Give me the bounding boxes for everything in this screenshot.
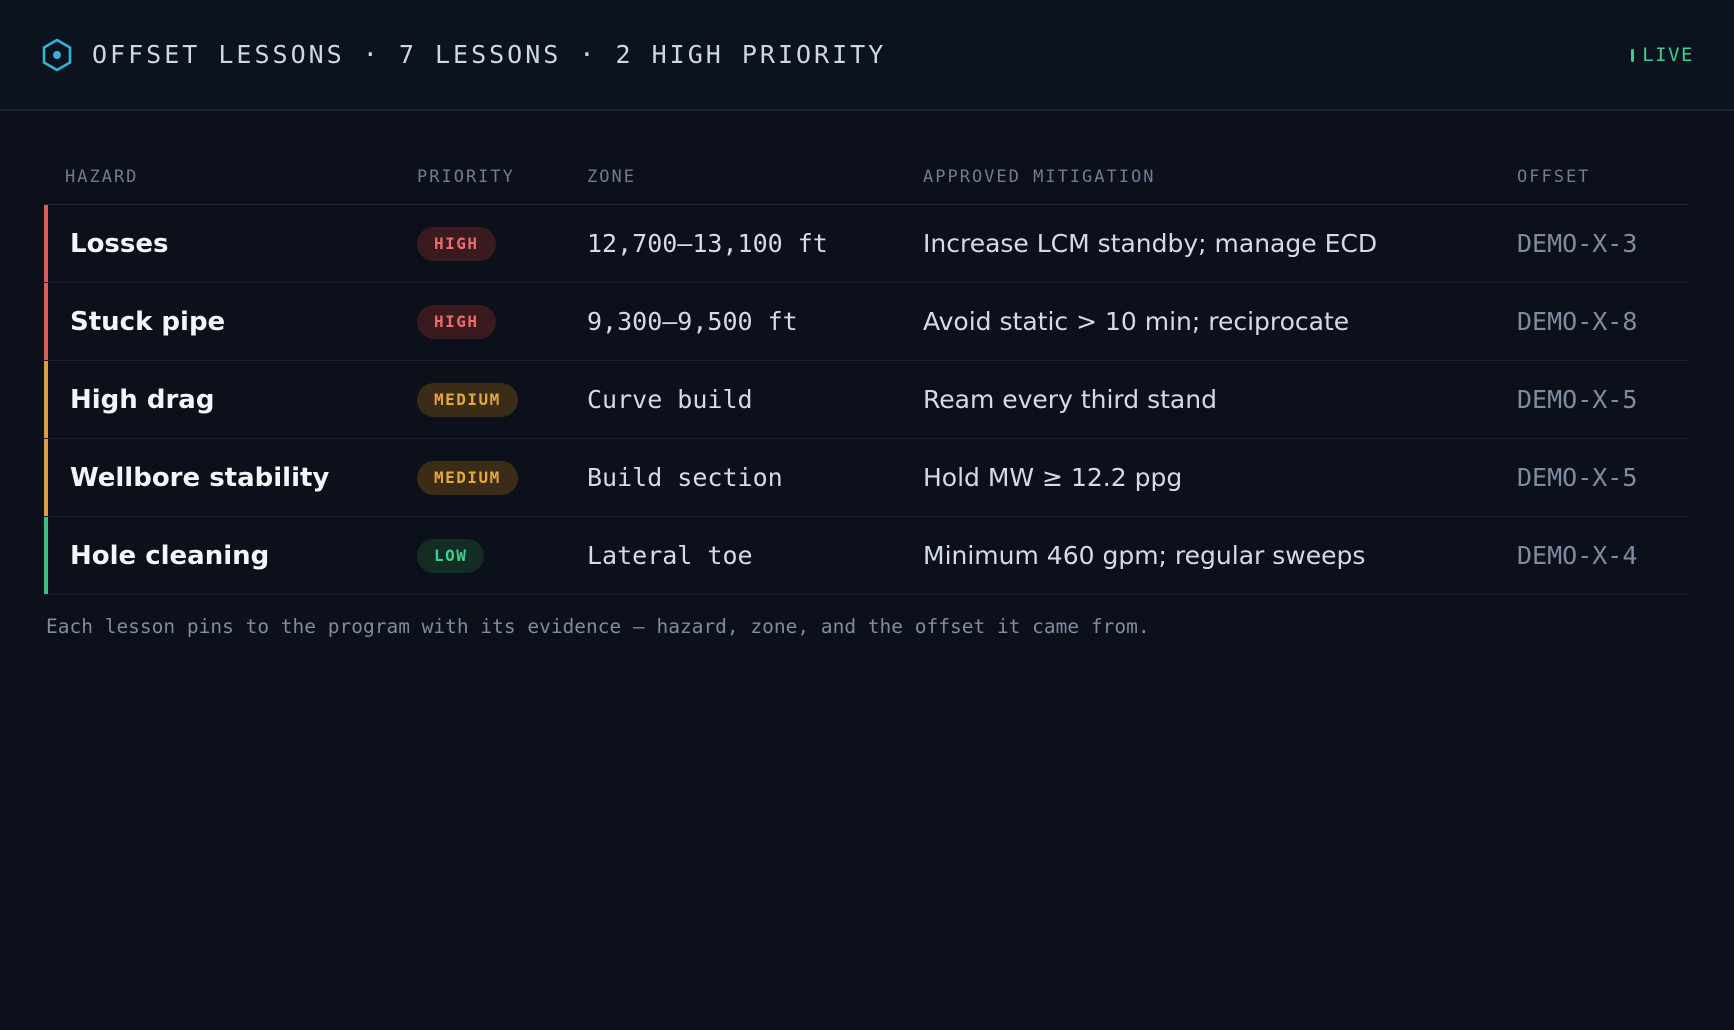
offset-cell: DEMO-X-4 xyxy=(1517,541,1638,570)
priority-badge: HIGH xyxy=(417,226,496,261)
hexagon-icon xyxy=(42,38,72,72)
mitigation-cell: Increase LCM standby; manage ECD xyxy=(923,229,1378,258)
priority-cell: HIGH xyxy=(417,205,496,282)
zone-cell: Curve build xyxy=(587,385,753,414)
table-row[interactable]: Hole cleaning LOW Lateral toe Minimum 46… xyxy=(44,517,1689,595)
zone-cell: Lateral toe xyxy=(587,541,753,570)
page-title: OFFSET LESSONS · 7 LESSONS · 2 HIGH PRIO… xyxy=(92,40,887,69)
hazard-cell: Wellbore stability xyxy=(70,462,330,493)
live-label: LIVE xyxy=(1642,44,1694,66)
column-header-mitigation: APPROVED MITIGATION xyxy=(923,167,1156,187)
hazard-cell: Losses xyxy=(70,228,169,259)
priority-accent-bar xyxy=(44,517,48,594)
offset-cell: DEMO-X-3 xyxy=(1517,229,1638,258)
priority-badge: MEDIUM xyxy=(417,382,518,417)
mitigation-cell: Hold MW ≥ 12.2 ppg xyxy=(923,463,1183,492)
zone-cell: 12,700–13,100 ft xyxy=(587,229,828,258)
table-row[interactable]: Wellbore stability MEDIUM Build section … xyxy=(44,439,1689,517)
table-row[interactable]: Stuck pipe HIGH 9,300–9,500 ft Avoid sta… xyxy=(44,283,1689,361)
zone-cell: Build section xyxy=(587,463,783,492)
priority-cell: LOW xyxy=(417,517,485,594)
priority-badge: MEDIUM xyxy=(417,460,518,495)
column-header-offset: OFFSET xyxy=(1517,167,1591,187)
footnote: Each lesson pins to the program with its… xyxy=(46,615,1150,638)
table-row[interactable]: High drag MEDIUM Curve build Ream every … xyxy=(44,361,1689,439)
offset-cell: DEMO-X-8 xyxy=(1517,307,1638,336)
column-header-zone: ZONE xyxy=(587,167,636,187)
priority-badge: HIGH xyxy=(417,304,496,339)
table-header: HAZARD PRIORITY ZONE APPROVED MITIGATION… xyxy=(44,160,1689,205)
mitigation-cell: Avoid static > 10 min; reciprocate xyxy=(923,307,1350,336)
priority-accent-bar xyxy=(44,283,48,360)
hazard-cell: Hole cleaning xyxy=(70,540,270,571)
priority-cell: MEDIUM xyxy=(417,439,518,516)
column-header-priority: PRIORITY xyxy=(417,167,515,187)
mitigation-cell: Ream every third stand xyxy=(923,385,1217,414)
live-indicator: LIVE xyxy=(1631,42,1694,68)
priority-accent-bar xyxy=(44,205,48,282)
header-bar: OFFSET LESSONS · 7 LESSONS · 2 HIGH PRIO… xyxy=(0,0,1734,111)
mitigation-cell: Minimum 460 gpm; regular sweeps xyxy=(923,541,1366,570)
hazard-cell: High drag xyxy=(70,384,215,415)
priority-accent-bar xyxy=(44,361,48,438)
zone-cell: 9,300–9,500 ft xyxy=(587,307,798,336)
offset-cell: DEMO-X-5 xyxy=(1517,463,1638,492)
table-row[interactable]: Losses HIGH 12,700–13,100 ft Increase LC… xyxy=(44,205,1689,283)
lessons-table: HAZARD PRIORITY ZONE APPROVED MITIGATION… xyxy=(44,160,1689,595)
priority-cell: MEDIUM xyxy=(417,361,518,438)
offset-cell: DEMO-X-5 xyxy=(1517,385,1638,414)
column-header-hazard: HAZARD xyxy=(65,167,139,187)
hazard-cell: Stuck pipe xyxy=(70,306,226,337)
priority-cell: HIGH xyxy=(417,283,496,360)
priority-badge: LOW xyxy=(417,538,485,573)
live-dot-icon xyxy=(1631,48,1635,62)
priority-accent-bar xyxy=(44,439,48,516)
